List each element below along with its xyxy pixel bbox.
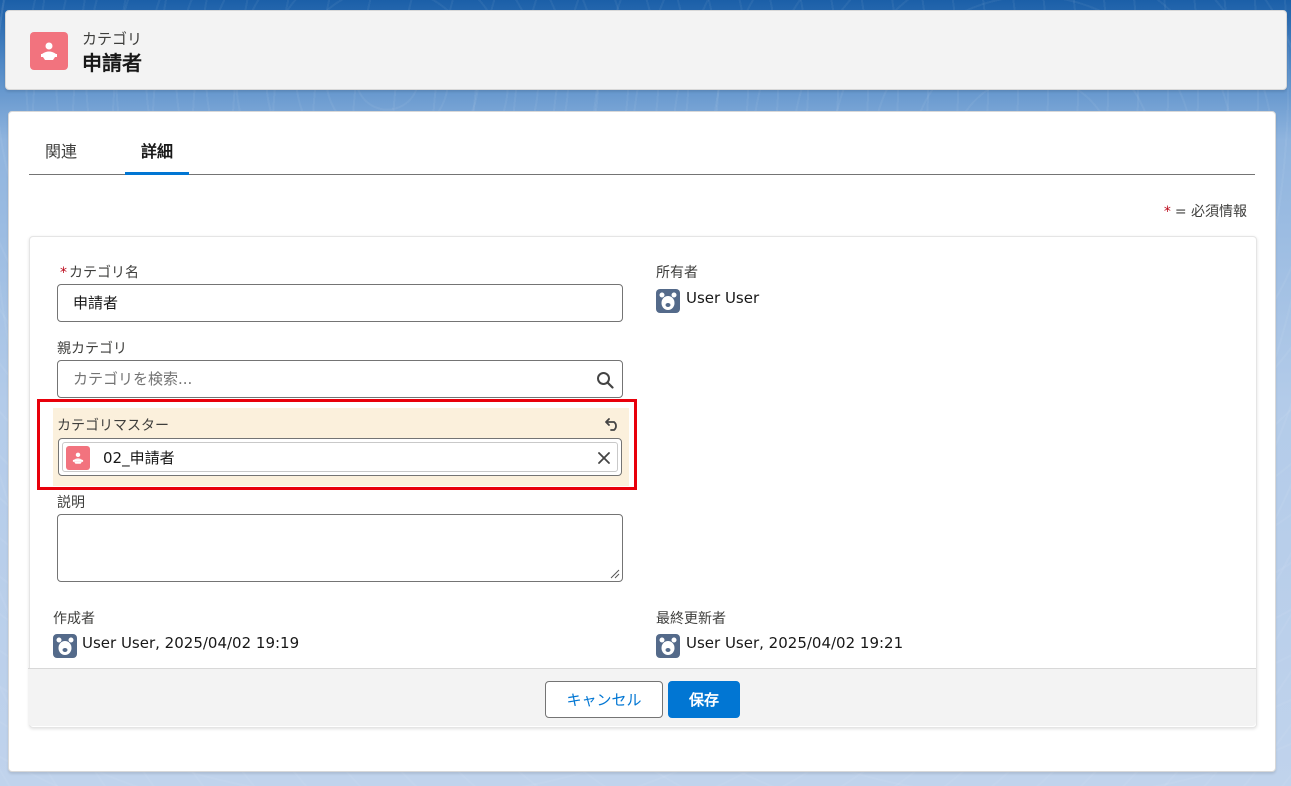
- red-highlight-box: [37, 399, 637, 490]
- tab-related[interactable]: 関連: [29, 140, 93, 175]
- resize-handle-icon[interactable]: [610, 569, 620, 579]
- created-by-label: 作成者: [53, 611, 95, 627]
- parent-category-search-input[interactable]: カテゴリを検索...: [57, 360, 623, 398]
- last-modified-by-value[interactable]: User User, 2025/04/02 19:21: [686, 634, 903, 652]
- record-title: 申請者: [82, 51, 142, 75]
- required-info-text: = 必須情報: [1174, 204, 1247, 220]
- user-avatar-icon: [53, 634, 77, 658]
- required-info-note: * = 必須情報: [1164, 201, 1247, 221]
- cancel-button[interactable]: キャンセル: [545, 681, 663, 718]
- category-name-label-text: カテゴリ名: [69, 265, 139, 281]
- save-button[interactable]: 保存: [668, 681, 740, 718]
- owner-name-link[interactable]: User User: [686, 289, 759, 307]
- owner-label: 所有者: [656, 265, 698, 281]
- user-avatar-icon: [656, 289, 680, 313]
- created-by-value[interactable]: User User, 2025/04/02 19:19: [82, 634, 299, 652]
- required-star: *: [1163, 204, 1171, 220]
- description-textarea[interactable]: [57, 514, 623, 582]
- tab-bar: 関連 詳細: [29, 132, 1255, 175]
- form-footer: キャンセル 保存: [28, 668, 1256, 726]
- parent-category-placeholder: カテゴリを検索...: [73, 370, 193, 388]
- category-name-input[interactable]: 申請者: [57, 284, 623, 322]
- user-avatar-icon: [656, 634, 680, 658]
- object-label: カテゴリ: [82, 30, 143, 48]
- record-header: カテゴリ 申請者: [5, 10, 1287, 90]
- parent-category-label: 親カテゴリ: [57, 341, 127, 357]
- category-icon: [30, 32, 68, 70]
- search-icon[interactable]: [596, 371, 614, 389]
- last-modified-by-label: 最終更新者: [656, 611, 726, 627]
- required-mark: *: [60, 265, 67, 281]
- tab-details[interactable]: 詳細: [125, 140, 190, 175]
- category-name-label: * カテゴリ名: [60, 262, 139, 282]
- description-label: 説明: [57, 495, 85, 511]
